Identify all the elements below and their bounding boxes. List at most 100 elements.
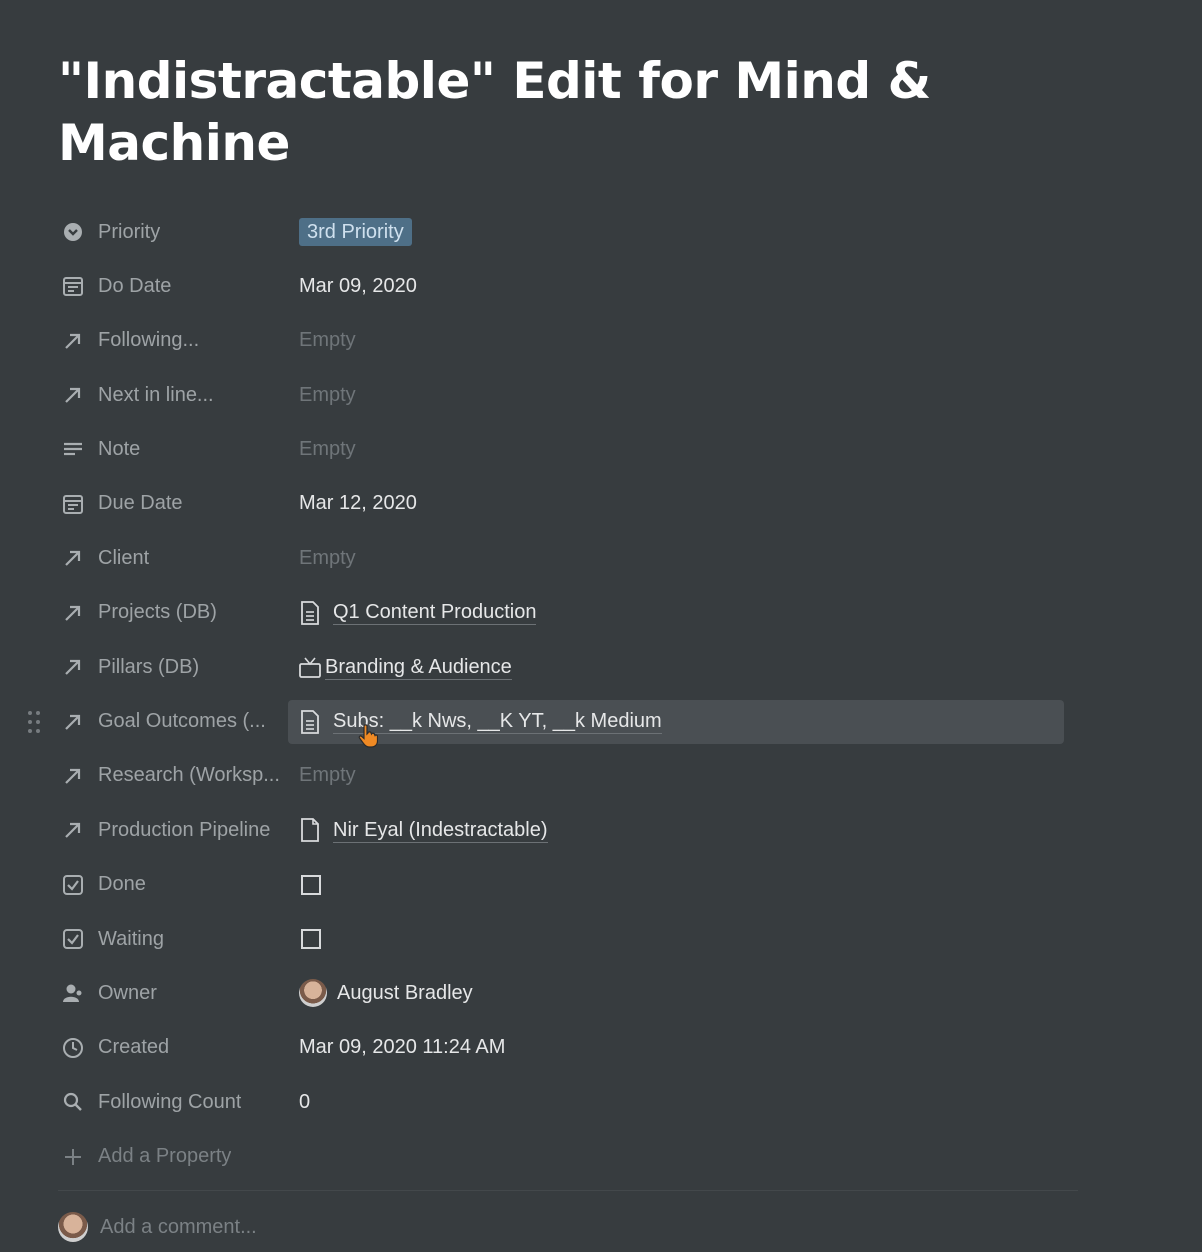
property-row-next-in-line[interactable]: Next in line... Empty — [0, 368, 1202, 422]
calendar-icon — [60, 273, 86, 299]
priority-tag[interactable]: 3rd Priority — [299, 218, 412, 246]
property-name-done[interactable]: Done — [60, 858, 282, 912]
property-list: Priority 3rd Priority Do Date Mar 09, 20… — [0, 205, 1202, 1184]
property-row-waiting[interactable]: Waiting — [0, 912, 1202, 966]
property-row-done[interactable]: Done — [0, 858, 1202, 912]
property-label: Following Count — [98, 1090, 242, 1113]
priority-value[interactable]: 3rd Priority — [290, 205, 1060, 259]
owner-value[interactable]: August Bradley — [290, 966, 1060, 1020]
property-name-goal-outcomes[interactable]: Goal Outcomes (... — [60, 695, 282, 749]
divider — [58, 1190, 1078, 1191]
property-row-research[interactable]: Research (Worksp... Empty — [0, 749, 1202, 803]
relation-arrow-icon — [60, 328, 86, 354]
property-name-following[interactable]: Following... — [60, 314, 282, 368]
property-label: Priority — [98, 220, 161, 243]
property-row-client[interactable]: Client Empty — [0, 531, 1202, 585]
property-name-created[interactable]: Created — [60, 1021, 282, 1075]
comment-input[interactable]: Add a comment... — [100, 1216, 257, 1239]
property-row-following[interactable]: Following... Empty — [0, 314, 1202, 368]
owner-name[interactable]: August Bradley — [337, 982, 473, 1005]
property-name-due-date[interactable]: Due Date — [60, 477, 282, 531]
due-date-value[interactable]: Mar 12, 2020 — [290, 477, 1060, 531]
waiting-checkbox[interactable] — [301, 929, 321, 950]
projects-value[interactable]: Q1 Content Production — [290, 586, 1060, 640]
do-date-value[interactable]: Mar 09, 2020 — [290, 259, 1060, 313]
property-name-do-date[interactable]: Do Date — [60, 259, 282, 313]
document-icon — [301, 709, 319, 734]
property-row-created[interactable]: Created Mar 09, 2020 11:24 AM — [0, 1021, 1202, 1075]
relation-arrow-icon — [60, 654, 86, 680]
property-name-pillars[interactable]: Pillars (DB) — [60, 640, 282, 694]
property-label: Do Date — [98, 274, 172, 297]
page-link-text[interactable]: Branding & Audience — [325, 655, 512, 680]
property-row-priority[interactable]: Priority 3rd Priority — [0, 205, 1202, 259]
page-link[interactable]: Subs: __k Nws, __K YT, __k Medium — [299, 709, 662, 735]
text-lines-icon — [60, 437, 86, 463]
following-value[interactable]: Empty — [290, 314, 1060, 368]
property-row-due-date[interactable]: Due Date Mar 12, 2020 — [0, 477, 1202, 531]
property-row-pillars[interactable]: Pillars (DB) Branding & Audience — [0, 640, 1202, 694]
checkbox-icon — [60, 872, 86, 898]
property-label: Created — [98, 1036, 170, 1059]
note-value[interactable]: Empty — [290, 423, 1060, 477]
property-name-production-pipeline[interactable]: Production Pipeline — [60, 803, 282, 857]
avatar — [299, 979, 327, 1008]
property-row-do-date[interactable]: Do Date Mar 09, 2020 — [0, 259, 1202, 313]
relation-arrow-icon — [60, 382, 86, 408]
property-row-following-count[interactable]: Following Count 0 — [0, 1075, 1202, 1129]
page-link-text[interactable]: Subs: __k Nws, __K YT, __k Medium — [333, 709, 662, 735]
property-name-note[interactable]: Note — [60, 423, 282, 477]
property-name-following-count[interactable]: Following Count — [60, 1075, 282, 1129]
property-label: Goal Outcomes (... — [98, 710, 266, 733]
client-value[interactable]: Empty — [290, 531, 1060, 585]
property-label: Production Pipeline — [98, 818, 271, 841]
waiting-value[interactable] — [290, 912, 1060, 966]
property-name-owner[interactable]: Owner — [60, 966, 282, 1020]
production-pipeline-value[interactable]: Nir Eyal (Indestractable) — [290, 803, 1060, 857]
property-label: Projects (DB) — [98, 601, 217, 624]
property-name-next-in-line[interactable]: Next in line... — [60, 368, 282, 422]
property-name-waiting[interactable]: Waiting — [60, 912, 282, 966]
property-label: Next in line... — [98, 383, 214, 406]
page-link-text[interactable]: Q1 Content Production — [333, 600, 537, 626]
page-title[interactable]: "Indistractable" Edit for Mind & Machine — [58, 50, 1038, 174]
document-icon — [301, 600, 319, 625]
property-row-note[interactable]: Note Empty — [0, 423, 1202, 477]
property-name-research[interactable]: Research (Worksp... — [60, 749, 282, 803]
property-name-projects[interactable]: Projects (DB) — [60, 586, 282, 640]
avatar — [58, 1212, 88, 1242]
page-link[interactable]: Q1 Content Production — [299, 600, 537, 626]
clock-icon — [60, 1035, 86, 1061]
page-link[interactable]: Nir Eyal (Indestractable) — [299, 818, 548, 843]
property-label: Following... — [98, 329, 200, 352]
add-property-row[interactable]: Add a Property — [0, 1130, 1202, 1184]
tv-icon — [299, 657, 321, 679]
chevron-circle-icon — [60, 219, 86, 245]
plus-icon — [60, 1144, 86, 1170]
done-checkbox[interactable] — [301, 874, 321, 895]
next-in-line-value[interactable]: Empty — [290, 368, 1060, 422]
property-name-priority[interactable]: Priority — [60, 205, 282, 259]
property-row-production-pipeline[interactable]: Production Pipeline Nir Eyal (Indestract… — [0, 803, 1202, 857]
property-row-owner[interactable]: Owner August Bradley — [0, 966, 1202, 1020]
hand-cursor-icon — [358, 724, 378, 748]
research-value[interactable]: Empty — [290, 749, 1060, 803]
add-property-button[interactable]: Add a Property — [60, 1130, 282, 1184]
comment-box[interactable]: Add a comment... — [58, 1212, 257, 1242]
checkbox-icon — [60, 926, 86, 952]
property-row-projects[interactable]: Projects (DB) Q1 Content Production — [0, 586, 1202, 640]
page-link[interactable]: Branding & Audience — [299, 655, 512, 680]
property-label: Done — [98, 873, 146, 896]
relation-arrow-icon — [60, 545, 86, 571]
pillars-value[interactable]: Branding & Audience — [290, 640, 1060, 694]
drag-handle-icon[interactable] — [27, 708, 41, 736]
property-name-client[interactable]: Client — [60, 531, 282, 585]
done-value[interactable] — [290, 858, 1060, 912]
document-outline-icon — [301, 818, 319, 843]
property-row-goal-outcomes[interactable]: Goal Outcomes (... Subs: __k Nws, __K YT… — [0, 695, 1202, 749]
relation-arrow-icon — [60, 709, 86, 735]
goal-outcomes-value[interactable]: Subs: __k Nws, __K YT, __k Medium — [288, 699, 1064, 744]
created-value: Mar 09, 2020 11:24 AM — [299, 1036, 506, 1059]
page-link-text[interactable]: Nir Eyal (Indestractable) — [333, 818, 548, 843]
property-label: Due Date — [98, 492, 183, 515]
